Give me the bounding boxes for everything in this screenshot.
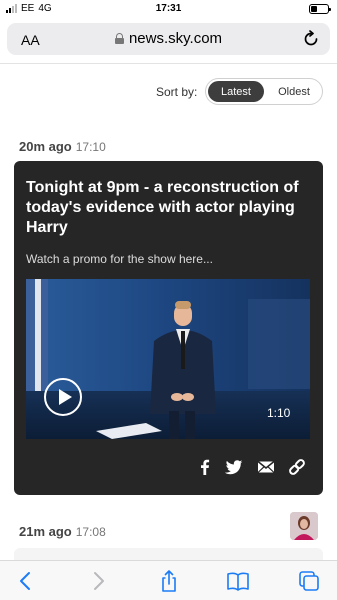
- video-post-card: Tonight at 9pm - a reconstruction of tod…: [14, 161, 323, 495]
- reload-icon[interactable]: [302, 30, 320, 48]
- bookmarks-icon[interactable]: [226, 570, 250, 592]
- battery-icon: [309, 4, 331, 14]
- share-icon[interactable]: [157, 570, 181, 592]
- post-meta: 21m ago 17:08: [19, 524, 106, 539]
- share-row: [14, 457, 323, 477]
- post-time-ago: 20m ago: [19, 139, 72, 154]
- post-title: Tonight at 9pm - a reconstruction of tod…: [26, 179, 299, 236]
- twitter-icon[interactable]: [224, 457, 244, 477]
- sort-oldest-button[interactable]: Oldest: [268, 81, 320, 102]
- avatar-image: [290, 512, 318, 540]
- play-button[interactable]: [44, 378, 82, 416]
- post-subtitle: Watch a promo for the show here...: [26, 252, 213, 266]
- tabs-icon[interactable]: [297, 570, 321, 592]
- sort-label: Sort by:: [156, 85, 198, 99]
- header-divider: [0, 63, 337, 64]
- clock-time: 17:31: [155, 3, 182, 14]
- url-text: news.sky.com: [128, 30, 223, 47]
- author-avatar: [290, 512, 318, 540]
- video-player[interactable]: 1:10: [26, 279, 310, 439]
- post-time-ago: 21m ago: [19, 524, 72, 539]
- address-bar[interactable]: AA news.sky.com: [7, 23, 330, 55]
- status-bar: EE 4G 17:31: [0, 0, 337, 18]
- post-timestamp: 17:08: [75, 525, 106, 539]
- sort-latest-button[interactable]: Latest: [208, 81, 264, 102]
- post-meta: 20m ago 17:10: [19, 139, 106, 154]
- browser-toolbar: [0, 560, 337, 600]
- lock-icon: [114, 33, 124, 44]
- next-post-card: [14, 548, 323, 560]
- facebook-icon[interactable]: [195, 457, 215, 477]
- back-icon[interactable]: [14, 570, 38, 592]
- forward-icon[interactable]: [86, 570, 110, 592]
- post-timestamp: 17:10: [75, 140, 106, 154]
- link-icon[interactable]: [287, 457, 307, 477]
- sort-toggle: Latest Oldest: [205, 78, 323, 105]
- email-icon[interactable]: [256, 457, 276, 477]
- url-field[interactable]: news.sky.com: [7, 30, 330, 47]
- video-duration: 1:10: [267, 406, 291, 420]
